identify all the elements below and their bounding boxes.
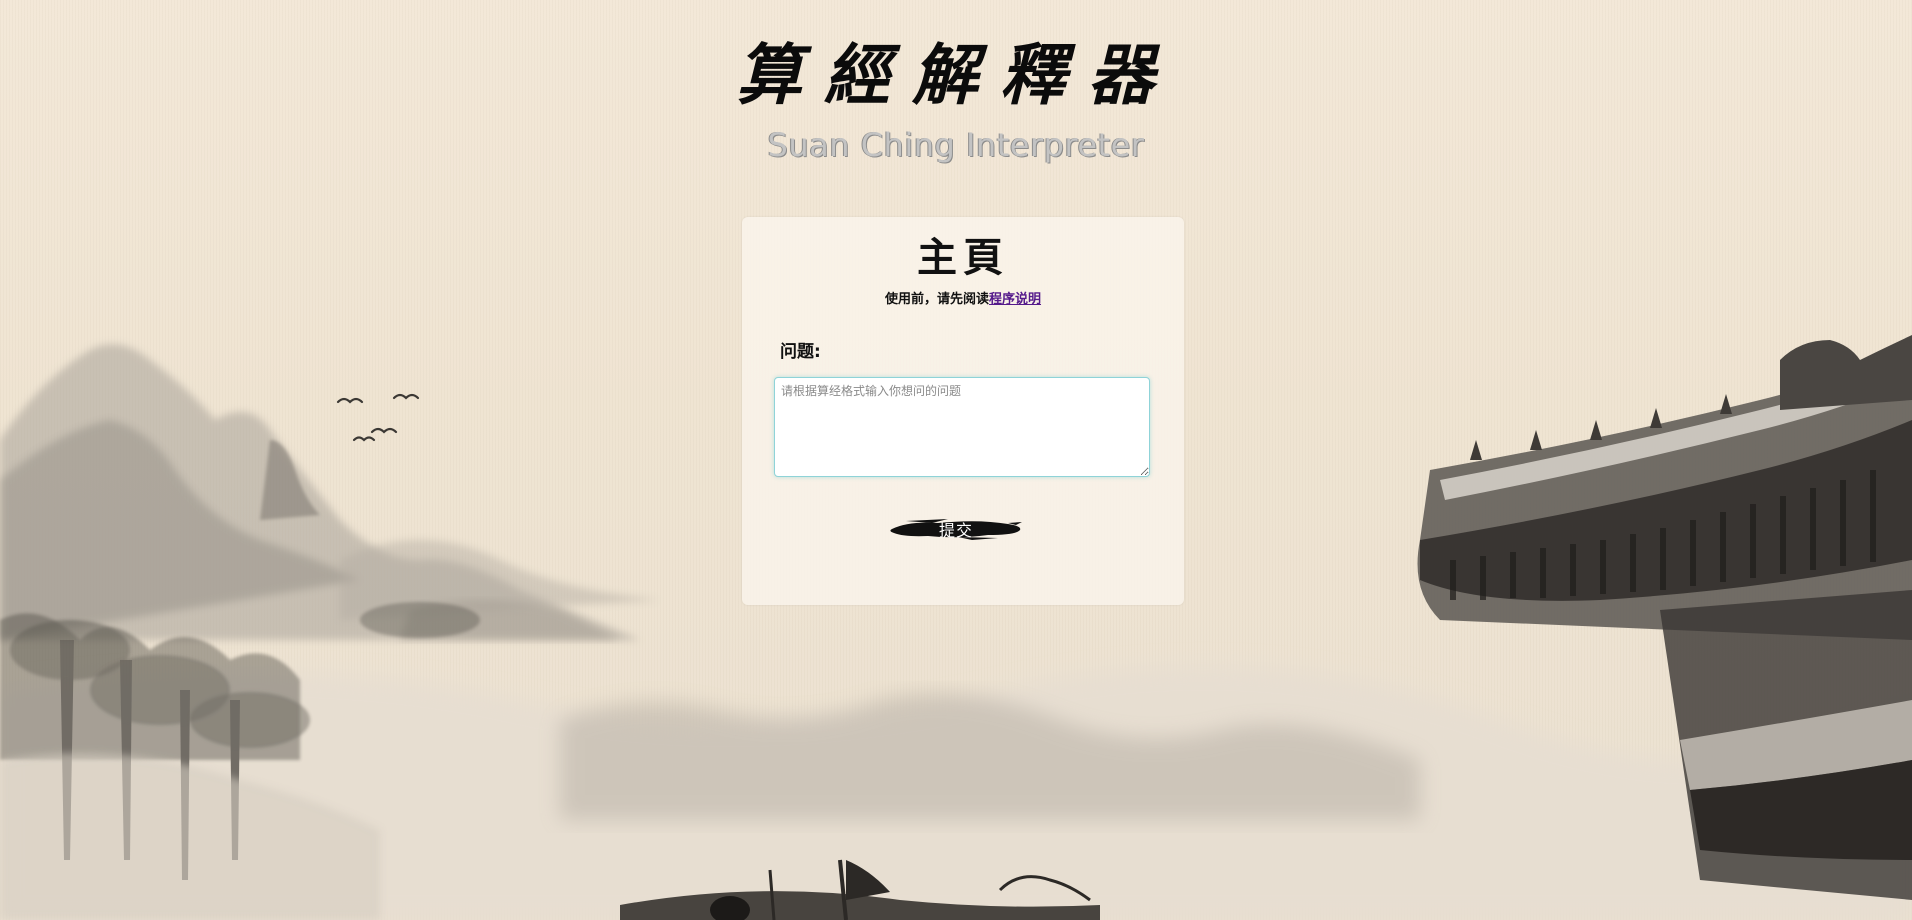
app-title: 算經解釋器	[736, 36, 1176, 114]
program-instructions-link[interactable]: 程序说明	[989, 292, 1041, 307]
left-mountains	[0, 344, 660, 640]
home-card: 主頁 使用前，请先阅读程序说明 问题: 提交	[742, 217, 1184, 605]
page-title: 主頁	[917, 234, 1009, 281]
usage-notice-text: 使用前，请先阅读	[884, 292, 989, 307]
flying-birds	[336, 393, 420, 442]
submit-button[interactable]: 提交	[888, 513, 1024, 543]
question-input[interactable]	[774, 377, 1150, 477]
question-label: 问题:	[780, 342, 821, 362]
usage-notice: 使用前，请先阅读程序说明	[742, 288, 1184, 307]
app-subtitle: Suan Ching Interpreter	[767, 126, 1145, 164]
submit-button-label: 提交	[938, 521, 973, 540]
